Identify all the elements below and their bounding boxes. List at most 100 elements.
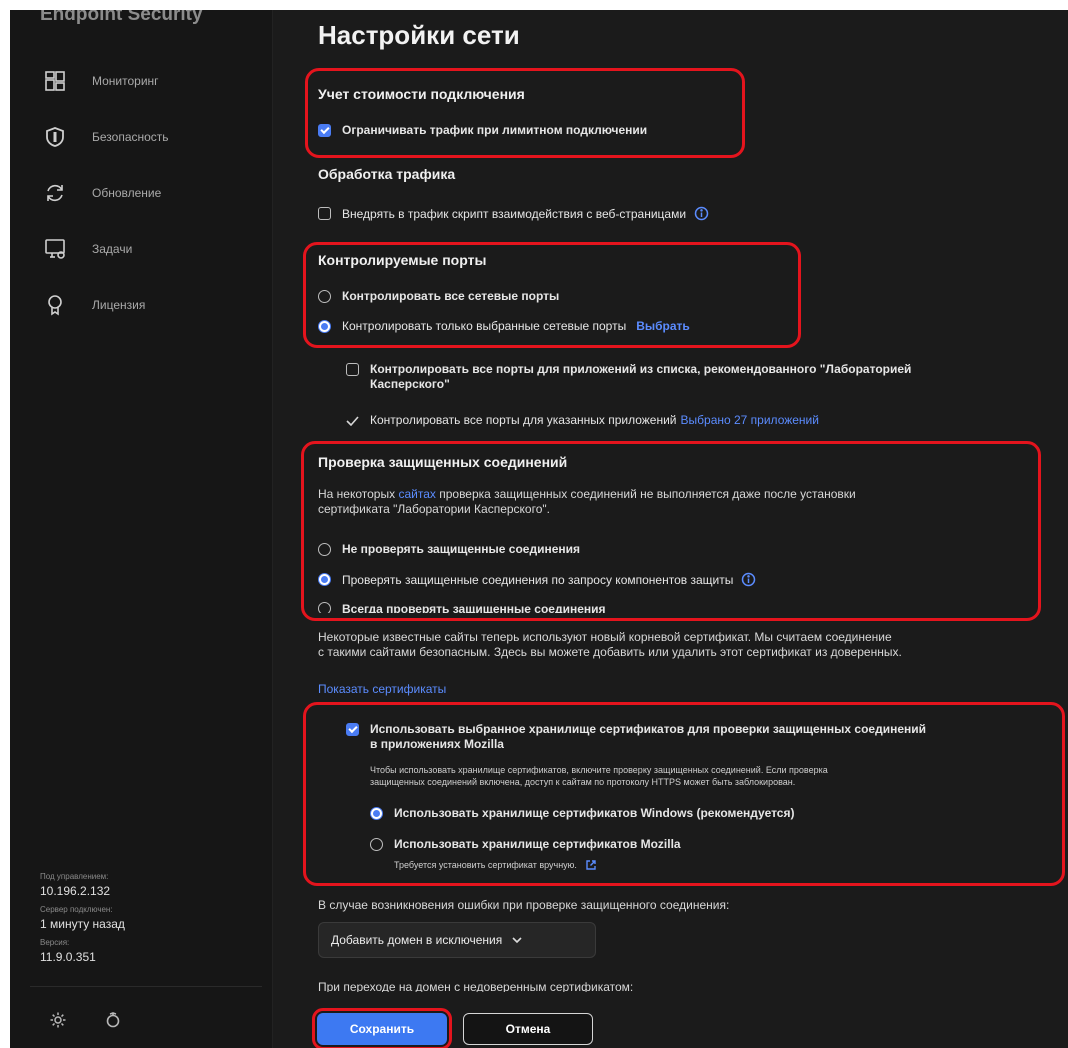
- selected-apps-link[interactable]: Выбрано 27 приложений: [681, 413, 819, 427]
- version-label: Версия:: [40, 938, 70, 947]
- ports-all-radio[interactable]: [318, 289, 331, 303]
- section-heading-traffic: Обработка трафика: [318, 166, 456, 182]
- monitoring-icon: [42, 68, 68, 94]
- windows-store-radio[interactable]: [370, 806, 383, 820]
- section-heading-metered: Учет стоимости подключения: [318, 86, 525, 102]
- inject-script-label: Внедрять в трафик скрипт взаимодействия …: [342, 206, 687, 221]
- mozilla-own-store-label: Использовать хранилище сертификатов Mozi…: [394, 837, 681, 851]
- update-icon: [42, 180, 68, 206]
- product-title: Endpoint Security: [40, 10, 203, 25]
- metered-traffic-label: Ограничивать трафик при лимитном подключ…: [342, 123, 648, 137]
- manual-cert-text: Требуется установить сертификат вручную.: [394, 860, 577, 870]
- info-icon[interactable]: [741, 572, 756, 587]
- server-value: 1 минуту назад: [40, 917, 125, 931]
- mozilla-store-label-2: в приложениях Mozilla: [370, 737, 504, 751]
- sidebar-item-license[interactable]: Лицензия: [42, 290, 145, 320]
- secure-on-request-option[interactable]: Проверять защищенные соединения по запро…: [318, 572, 756, 587]
- inject-script-checkbox[interactable]: [318, 207, 331, 220]
- managed-value: 10.196.2.132: [40, 884, 111, 898]
- main-panel: Настройки сети Учет стоимости подключени…: [273, 10, 1068, 1048]
- secure-desc-text: проверка защищенных соединений не выполн…: [439, 487, 856, 501]
- managed-label: Под управлением:: [40, 872, 109, 881]
- mozilla-store-checkbox[interactable]: [346, 723, 359, 736]
- ports-all-label: Контролировать все сетевые порты: [342, 289, 560, 303]
- sidebar: Endpoint Security Мониторинг Безопасност…: [10, 10, 273, 1048]
- secure-desc-text: сертификата "Лаборатории Касперского".: [318, 502, 550, 516]
- page-title: Настройки сети: [318, 20, 520, 50]
- windows-store-label: Использовать хранилище сертификатов Wind…: [394, 806, 795, 820]
- recommended-apps-text: Контролировать все порты для приложений …: [370, 362, 911, 392]
- chevron-down-icon: [512, 933, 522, 947]
- secure-always-radio[interactable]: [318, 602, 331, 613]
- sidebar-item-tasks[interactable]: Задачи: [42, 234, 132, 264]
- mozilla-own-store-option[interactable]: Использовать хранилище сертификатов Mozi…: [370, 837, 681, 851]
- root-cert-description: Некоторые известные сайты теперь использ…: [318, 630, 1063, 660]
- secure-on-request-label: Проверять защищенные соединения по запро…: [342, 572, 734, 587]
- metered-traffic-option[interactable]: Ограничивать трафик при лимитном подключ…: [318, 123, 647, 137]
- mozilla-store-label-1: Использовать выбранное хранилище сертифи…: [370, 722, 927, 736]
- secure-description: На некоторых сайтах проверка защищенных …: [318, 487, 1058, 517]
- metered-traffic-checkbox[interactable]: [318, 123, 331, 137]
- root-cert-text-2: с такими сайтами безопасным. Здесь вы мо…: [318, 645, 902, 659]
- mozilla-note-text-2: защищенных соединений включена, доступ к…: [370, 777, 796, 787]
- inject-script-option[interactable]: Внедрять в трафик скрипт взаимодействия …: [318, 206, 709, 221]
- support-icon[interactable]: [103, 1010, 123, 1030]
- mozilla-store-text: Использовать выбранное хранилище сертифи…: [370, 722, 926, 752]
- recommended-apps-option[interactable]: Контролировать все порты для приложений …: [346, 362, 911, 392]
- ports-selected-radio[interactable]: [318, 319, 331, 333]
- mozilla-own-store-radio[interactable]: [370, 837, 383, 851]
- ports-selected-option[interactable]: Контролировать только выбранные сетевые …: [318, 319, 690, 333]
- secure-desc-text: На некоторых: [318, 487, 396, 501]
- secure-always-label: Всегда проверять защищенные соединения: [342, 602, 606, 613]
- section-heading-secure: Проверка защищенных соединений: [318, 454, 568, 470]
- cancel-button[interactable]: Отмена: [463, 1013, 593, 1045]
- recommended-apps-label-1: Контролировать все порты для приложений …: [370, 362, 912, 376]
- error-handling-label: В случае возникновения ошибки при провер…: [318, 898, 730, 912]
- sidebar-item-security[interactable]: Безопасность: [42, 122, 169, 152]
- sidebar-item-monitoring[interactable]: Мониторинг: [42, 66, 159, 96]
- show-certificates-link[interactable]: Показать сертификаты: [318, 682, 446, 696]
- sidebar-item-update[interactable]: Обновление: [42, 178, 161, 208]
- ports-all-option[interactable]: Контролировать все сетевые порты: [318, 289, 559, 303]
- sidebar-divider: [30, 986, 262, 987]
- dropdown-value: Добавить домен в исключения: [331, 933, 503, 947]
- sites-link[interactable]: сайтах: [398, 487, 435, 501]
- recommended-apps-checkbox[interactable]: [346, 363, 359, 376]
- secure-none-option[interactable]: Не проверять защищенные соединения: [318, 542, 580, 556]
- shield-icon: [42, 124, 68, 150]
- windows-store-option[interactable]: Использовать хранилище сертификатов Wind…: [370, 806, 794, 820]
- app-window: Endpoint Security Мониторинг Безопасност…: [10, 10, 1068, 1048]
- error-action-dropdown[interactable]: Добавить домен в исключения: [318, 922, 596, 958]
- secure-always-option[interactable]: Всегда проверять защищенные соединения: [318, 602, 606, 613]
- recommended-apps-label-2: Касперского": [370, 377, 450, 391]
- external-link-icon[interactable]: [585, 859, 597, 871]
- mozilla-note-text-1: Чтобы использовать хранилище сертификато…: [370, 765, 828, 775]
- sidebar-item-label: Лицензия: [92, 298, 146, 312]
- sidebar-meta: Под управлением: 10.196.2.132 Сервер под…: [40, 870, 125, 964]
- version-value: 11.9.0.351: [40, 950, 96, 964]
- license-icon: [42, 292, 68, 318]
- check-mark-icon: [346, 415, 359, 426]
- sidebar-item-label: Мониторинг: [92, 74, 159, 88]
- sidebar-item-label: Обновление: [92, 186, 162, 200]
- secure-on-request-radio[interactable]: [318, 573, 331, 586]
- ports-selected-label: Контролировать только выбранные сетевые …: [342, 319, 627, 333]
- root-cert-text-1: Некоторые известные сайты теперь использ…: [318, 630, 892, 644]
- sidebar-item-label: Задачи: [92, 242, 133, 256]
- secure-none-radio[interactable]: [318, 542, 331, 556]
- mozilla-store-option[interactable]: Использовать выбранное хранилище сертифи…: [346, 722, 926, 752]
- server-label: Сервер подключен:: [40, 905, 113, 914]
- info-icon[interactable]: [694, 206, 709, 221]
- secure-none-label: Не проверять защищенные соединения: [342, 542, 580, 556]
- save-button[interactable]: Сохранить: [312, 1008, 452, 1048]
- select-ports-link[interactable]: Выбрать: [636, 319, 690, 333]
- specified-apps-label: Контролировать все порты для указанных п…: [370, 413, 677, 427]
- mozilla-store-note: Чтобы использовать хранилище сертификато…: [370, 764, 1060, 788]
- highlight-box: [305, 68, 745, 158]
- sidebar-item-label: Безопасность: [92, 130, 169, 144]
- manual-cert-note: Требуется установить сертификат вручную.: [394, 859, 597, 871]
- section-heading-ports: Контролируемые порты: [318, 252, 487, 268]
- settings-icon[interactable]: [48, 1010, 68, 1030]
- tasks-icon: [42, 236, 68, 262]
- specified-apps-option[interactable]: Контролировать все порты для указанных п…: [346, 413, 819, 427]
